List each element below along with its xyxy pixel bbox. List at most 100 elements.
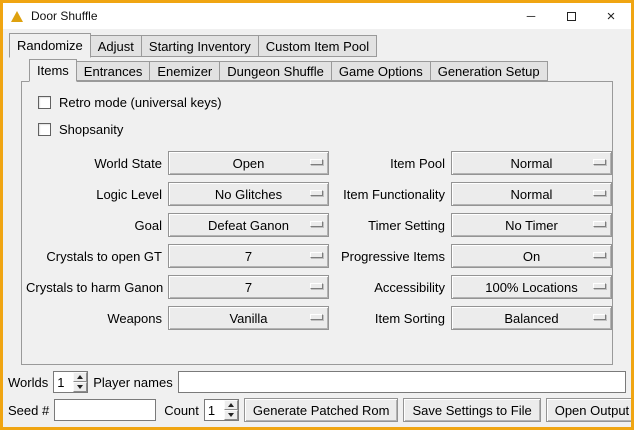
tab-dungeon-shuffle[interactable]: Dungeon Shuffle — [219, 61, 332, 81]
sub-tabstrip: Items Entrances Enemizer Dungeon Shuffle… — [29, 59, 631, 81]
shopsanity-checkbox[interactable] — [38, 123, 51, 136]
seed-row: Seed # Count Generate Patched Rom Save S… — [8, 398, 626, 422]
open-output-directory-button[interactable]: Open Output Directory — [546, 398, 634, 422]
crystals-open-gt-label: Crystals to open GT — [26, 249, 162, 264]
progressive-items-dropdown[interactable]: On — [451, 244, 612, 268]
worlds-spinbox — [53, 371, 88, 393]
dropdown-indicator-icon — [310, 252, 323, 258]
tab-randomize[interactable]: Randomize — [9, 33, 91, 58]
tab-items[interactable]: Items — [29, 59, 77, 82]
shopsanity-label: Shopsanity — [59, 122, 123, 137]
count-spinbox-input[interactable] — [205, 400, 224, 420]
close-icon: × — [607, 8, 616, 25]
minimize-icon: ─ — [527, 9, 536, 23]
retro-mode-label: Retro mode (universal keys) — [59, 95, 222, 110]
spin-down-icon[interactable] — [73, 382, 87, 392]
dropdown-indicator-icon — [593, 159, 606, 165]
item-functionality-value: Normal — [511, 187, 553, 202]
progressive-items-value: On — [523, 249, 540, 264]
accessibility-value: 100% Locations — [485, 280, 578, 295]
crystals-open-gt-value: 7 — [245, 249, 252, 264]
dropdown-indicator-icon — [593, 190, 606, 196]
accessibility-label: Accessibility — [335, 280, 445, 295]
tab-custom-item-pool[interactable]: Custom Item Pool — [258, 35, 377, 57]
timer-setting-dropdown[interactable]: No Timer — [451, 213, 612, 237]
tab-adjust[interactable]: Adjust — [90, 35, 142, 57]
dropdown-indicator-icon — [593, 252, 606, 258]
crystals-harm-ganon-label: Crystals to harm Ganon — [26, 280, 162, 295]
item-functionality-label: Item Functionality — [335, 187, 445, 202]
tab-enemizer[interactable]: Enemizer — [149, 61, 220, 81]
retro-mode-checkbox[interactable] — [38, 96, 51, 109]
shopsanity-row: Shopsanity — [38, 119, 612, 139]
item-sorting-value: Balanced — [504, 311, 558, 326]
count-label: Count — [164, 403, 199, 418]
main-tabstrip: Randomize Adjust Starting Inventory Cust… — [9, 33, 631, 57]
crystals-harm-ganon-dropdown[interactable]: 7 — [168, 275, 329, 299]
dropdown-indicator-icon — [310, 314, 323, 320]
goal-value: Defeat Ganon — [208, 218, 289, 233]
item-sorting-dropdown[interactable]: Balanced — [451, 306, 612, 330]
window-controls: ─ × — [511, 3, 631, 29]
worlds-label: Worlds — [8, 375, 48, 390]
settings-grid: World State Open Item Pool Normal Logic … — [26, 151, 612, 330]
goal-label: Goal — [26, 218, 162, 233]
count-spinbox — [204, 399, 239, 421]
weapons-dropdown[interactable]: Vanilla — [168, 306, 329, 330]
progressive-items-label: Progressive Items — [335, 249, 445, 264]
app-icon — [10, 9, 25, 24]
dropdown-indicator-icon — [593, 221, 606, 227]
count-spin-buttons — [224, 400, 238, 420]
tab-entrances[interactable]: Entrances — [76, 61, 151, 81]
spin-down-icon[interactable] — [224, 410, 238, 420]
logic-level-label: Logic Level — [26, 187, 162, 202]
world-state-label: World State — [26, 156, 162, 171]
timer-setting-value: No Timer — [505, 218, 558, 233]
seed-input[interactable] — [54, 399, 156, 421]
save-settings-button[interactable]: Save Settings to File — [403, 398, 540, 422]
seed-label: Seed # — [8, 403, 49, 418]
worlds-spin-buttons — [73, 372, 87, 392]
spin-up-icon[interactable] — [73, 372, 87, 382]
accessibility-dropdown[interactable]: 100% Locations — [451, 275, 612, 299]
player-names-input[interactable] — [178, 371, 626, 393]
weapons-label: Weapons — [26, 311, 162, 326]
world-state-value: Open — [233, 156, 265, 171]
logic-level-dropdown[interactable]: No Glitches — [168, 182, 329, 206]
tab-generation-setup[interactable]: Generation Setup — [430, 61, 548, 81]
maximize-icon — [567, 12, 576, 21]
retro-mode-row: Retro mode (universal keys) — [38, 92, 612, 112]
logic-level-value: No Glitches — [215, 187, 282, 202]
worlds-spinbox-input[interactable] — [54, 372, 73, 392]
item-pool-label: Item Pool — [335, 156, 445, 171]
item-pool-value: Normal — [511, 156, 553, 171]
tab-game-options[interactable]: Game Options — [331, 61, 431, 81]
minimize-button[interactable]: ─ — [511, 3, 551, 29]
dropdown-indicator-icon — [310, 283, 323, 289]
goal-dropdown[interactable]: Defeat Ganon — [168, 213, 329, 237]
maximize-button[interactable] — [551, 3, 591, 29]
dropdown-indicator-icon — [310, 221, 323, 227]
tab-starting-inventory[interactable]: Starting Inventory — [141, 35, 259, 57]
close-button[interactable]: × — [591, 3, 631, 29]
dropdown-indicator-icon — [310, 190, 323, 196]
spin-up-icon[interactable] — [224, 400, 238, 410]
crystals-harm-ganon-value: 7 — [245, 280, 252, 295]
items-pane: Retro mode (universal keys) Shopsanity W… — [21, 81, 613, 365]
door-shuffle-window: Door Shuffle ─ × Randomize Adjust Starti… — [0, 0, 634, 430]
item-pool-dropdown[interactable]: Normal — [451, 151, 612, 175]
player-names-label: Player names — [93, 375, 172, 390]
titlebar: Door Shuffle ─ × — [3, 3, 631, 29]
generate-patched-rom-button[interactable]: Generate Patched Rom — [244, 398, 399, 422]
weapons-value: Vanilla — [229, 311, 267, 326]
timer-setting-label: Timer Setting — [335, 218, 445, 233]
dropdown-indicator-icon — [593, 314, 606, 320]
dropdown-indicator-icon — [310, 159, 323, 165]
item-functionality-dropdown[interactable]: Normal — [451, 182, 612, 206]
worlds-row: Worlds Player names — [8, 371, 626, 393]
world-state-dropdown[interactable]: Open — [168, 151, 329, 175]
crystals-open-gt-dropdown[interactable]: 7 — [168, 244, 329, 268]
item-sorting-label: Item Sorting — [335, 311, 445, 326]
window-title: Door Shuffle — [31, 9, 98, 23]
dropdown-indicator-icon — [593, 283, 606, 289]
